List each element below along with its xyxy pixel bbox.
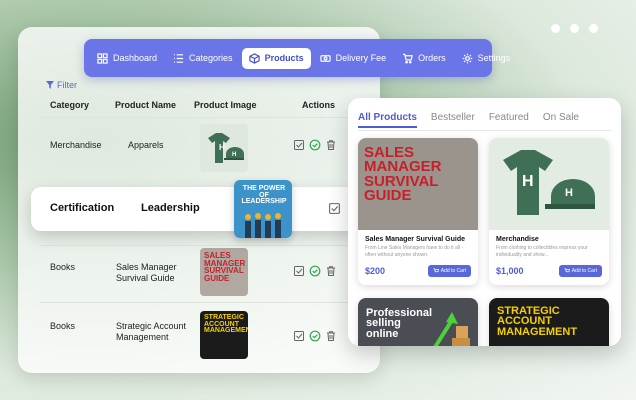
top-nav: Dashboard Categories Products Delivery F… [84, 39, 510, 77]
product-card[interactable]: H H Merchandise From clothing to collect… [489, 138, 609, 285]
product-cover-title: Professional selling online [366, 307, 433, 340]
nav-dashboard[interactable]: Dashboard [90, 48, 164, 69]
gear-icon [462, 53, 472, 63]
window-dots [551, 24, 598, 33]
product-price: $200 [365, 266, 386, 276]
add-to-cart-button[interactable]: Add to Cart [558, 265, 602, 277]
nav-products[interactable]: Products [241, 47, 311, 69]
svg-text:H: H [219, 143, 225, 152]
tab-bestseller[interactable]: Bestseller [431, 112, 475, 128]
nav-settings[interactable]: Settings [455, 48, 518, 69]
row-category: Certification [50, 202, 115, 214]
cart-icon [433, 268, 439, 273]
nav-label: Settings [477, 53, 511, 63]
leadership-cover-title: THE POWER OF LEADERSHIP [241, 185, 287, 206]
trash-icon[interactable] [325, 139, 337, 151]
filter-label: Filter [57, 80, 77, 90]
sales-guide-thumbnail: SALES MANAGER SURVIVAL GUIDE [200, 248, 248, 296]
nav-delivery-fee[interactable]: Delivery Fee [313, 48, 394, 69]
storefront-panel: All Products Bestseller Featured On Sale… [348, 98, 621, 346]
row-product-name: Leadership [141, 202, 200, 214]
approve-icon[interactable] [309, 139, 321, 151]
trash-icon[interactable] [325, 265, 337, 277]
product-tabs: All Products Bestseller Featured On Sale [358, 112, 579, 128]
header-product-name: Product Name [115, 100, 177, 110]
svg-text:H: H [565, 187, 573, 199]
row-product-name: Sales Manager Survival Guide [116, 262, 177, 283]
nav-label: Dashboard [113, 53, 158, 63]
product-description: From Line Sales Managers have to do it a… [365, 245, 464, 258]
strategic-thumbnail: STRATEGIC ACCOUNT MANAGEMENT [200, 311, 248, 359]
tab-on-sale[interactable]: On Sale [543, 112, 579, 128]
filter-button[interactable]: Filter [46, 80, 77, 90]
product-cover-title: SALES MANAGER SURVIVAL GUIDE [364, 144, 442, 204]
product-price: $1,000 [496, 266, 524, 276]
edit-icon[interactable] [293, 330, 305, 342]
product-cover-title: STRATEGIC ACCOUNT MANAGEMENT [497, 305, 578, 338]
nav-label: Orders [418, 53, 446, 63]
row-divider [40, 302, 370, 303]
svg-text:H: H [522, 173, 534, 190]
nav-categories[interactable]: Categories [166, 48, 240, 69]
cart-icon [564, 268, 570, 273]
row-category: Books [50, 262, 76, 272]
strategic-cover-title: STRATEGIC ACCOUNT MANAGEMENT [204, 314, 248, 335]
product-image: H H [489, 138, 609, 230]
money-icon [319, 54, 331, 62]
cart-icon [403, 53, 413, 63]
add-to-cart-label: Add to Cart [571, 268, 597, 274]
row-actions [293, 139, 337, 151]
product-card[interactable]: Professional selling online [358, 298, 478, 346]
row-category: Books [50, 321, 76, 331]
row-product-name: Strategic Account Management [116, 321, 187, 342]
svg-text:H: H [232, 152, 236, 158]
box-icon [248, 52, 260, 64]
nav-label: Categories [189, 53, 233, 63]
nav-label: Products [264, 53, 304, 63]
row-divider [40, 117, 370, 118]
header-product-image: Product Image [194, 100, 257, 110]
nav-orders[interactable]: Orders [395, 48, 453, 69]
add-to-cart-label: Add to Cart [440, 268, 466, 274]
merchandise-thumbnail: H H [200, 124, 248, 172]
edit-icon[interactable] [328, 202, 341, 215]
row-category: Merchandise [50, 140, 102, 150]
product-card[interactable]: STRATEGIC ACCOUNT MANAGEMENT [489, 298, 609, 346]
product-description: From clothing to collectibles express yo… [496, 245, 588, 258]
row-product-name: Apparels [128, 140, 164, 150]
tab-all-products[interactable]: All Products [358, 112, 417, 128]
header-actions: Actions [302, 100, 336, 110]
approve-icon[interactable] [309, 330, 321, 342]
product-image: STRATEGIC ACCOUNT MANAGEMENT [489, 298, 609, 346]
nav-label: Delivery Fee [335, 53, 387, 63]
highlighted-row[interactable]: Certification Leadership [31, 187, 359, 231]
leadership-thumbnail: THE POWER OF LEADERSHIP [234, 180, 292, 238]
row-actions [293, 330, 337, 342]
tab-divider [358, 130, 611, 131]
approve-icon[interactable] [309, 265, 321, 277]
row-divider [40, 245, 370, 246]
list-icon [173, 53, 184, 63]
edit-icon[interactable] [293, 139, 305, 151]
trash-icon[interactable] [325, 330, 337, 342]
add-to-cart-button[interactable]: Add to Cart [427, 265, 471, 277]
funnel-icon [46, 81, 54, 89]
product-image: SALES MANAGER SURVIVAL GUIDE [358, 138, 478, 230]
grid-icon [97, 52, 108, 64]
edit-icon[interactable] [293, 265, 305, 277]
header-category: Category [50, 100, 90, 110]
sales-guide-cover-title: SALES MANAGER SURVIVAL GUIDE [204, 251, 246, 283]
row-actions [293, 265, 337, 277]
product-title: Sales Manager Survival Guide [365, 236, 465, 243]
product-image: Professional selling online [358, 298, 478, 346]
product-card[interactable]: SALES MANAGER SURVIVAL GUIDE Sales Manag… [358, 138, 478, 285]
tab-featured[interactable]: Featured [489, 112, 529, 128]
product-title: Merchandise [496, 236, 539, 243]
